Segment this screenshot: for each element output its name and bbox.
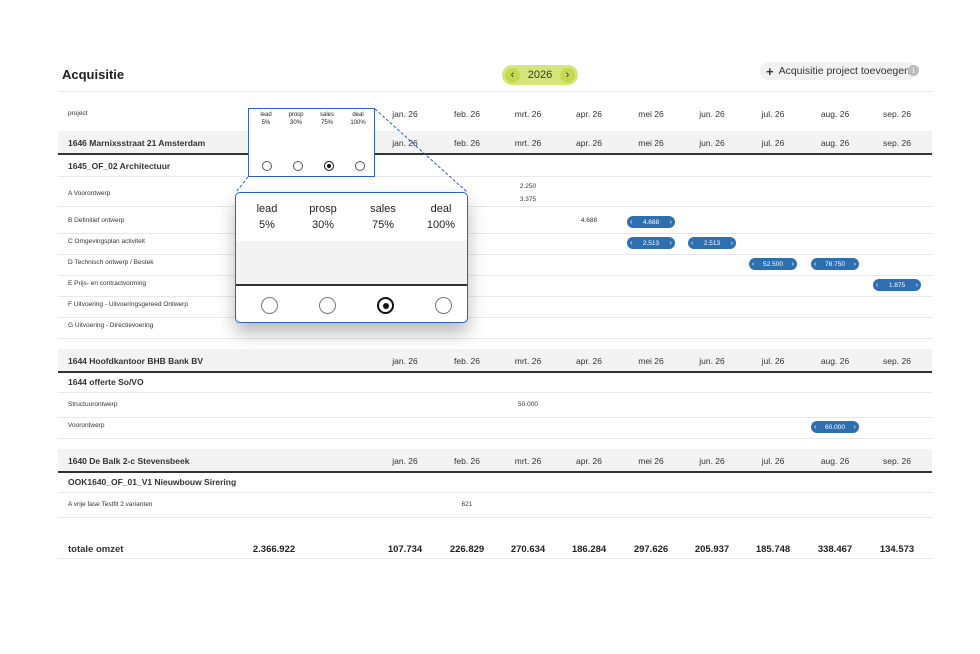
zoom-radio-deal[interactable]: [435, 297, 452, 314]
zoom-stage-prosp: prosp 30%: [309, 203, 337, 231]
zoom-radio-prosp[interactable]: [319, 297, 336, 314]
zoom-connector-lines: [235, 108, 468, 193]
zoom-band: [236, 241, 467, 284]
zoom-stage-deal: deal 100%: [426, 203, 456, 231]
zoom-divider: [236, 284, 467, 286]
zoom-radio-sales[interactable]: [377, 297, 394, 314]
zoom-stage-sales: sales 75%: [370, 203, 396, 231]
stage-selector-zoom: lead 5% prosp 30% sales 75% deal 100%: [235, 192, 468, 323]
zoom-radio-lead[interactable]: [261, 297, 278, 314]
zoom-stage-lead: lead 5%: [256, 203, 278, 231]
